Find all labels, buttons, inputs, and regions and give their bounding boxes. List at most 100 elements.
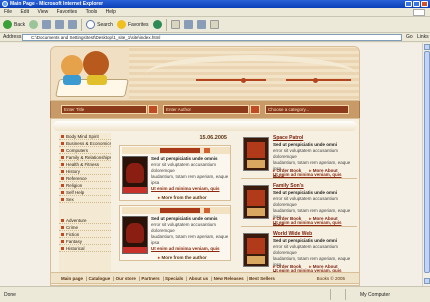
back-button[interactable]: Back xyxy=(3,20,25,29)
vertical-scrollbar[interactable] xyxy=(422,43,430,286)
book-list-item: Family Son's Sed ut perspiciatis unde om… xyxy=(241,181,357,227)
author-search-button[interactable] xyxy=(250,105,260,114)
book-link[interactable]: Ut enim ad minima veniam, quis xyxy=(151,246,231,252)
book-title[interactable]: Space Patrol xyxy=(273,135,303,141)
book-list: Space Patrol Sed ut perspiciatis unde om… xyxy=(241,133,357,285)
body-banner xyxy=(53,121,357,131)
book-description: error sit voluptatem accusantium dolorem… xyxy=(273,196,339,207)
window-title: Main Page - Microsoft Internet Explorer xyxy=(10,1,104,7)
maximize-button[interactable] xyxy=(413,1,420,7)
footer-link[interactable]: Catalogue xyxy=(88,276,110,281)
book-card-button[interactable] xyxy=(204,208,210,213)
search-button[interactable]: Search xyxy=(86,20,113,29)
close-button[interactable] xyxy=(421,1,428,7)
more-from-author-link[interactable]: More from the author xyxy=(158,195,207,201)
menu-view[interactable]: View xyxy=(37,9,48,15)
category-select[interactable]: Choose a category... xyxy=(265,105,349,114)
status-text: Done xyxy=(4,292,16,298)
search-icon xyxy=(86,20,96,29)
address-label: Address xyxy=(3,34,22,40)
title-search-input[interactable]: Enter Title xyxy=(61,105,147,114)
kid-head-icon xyxy=(61,55,83,77)
footer-link[interactable]: Best Sellers xyxy=(249,276,275,281)
category-sidebar: Body Mind Spirit Business & Economics Co… xyxy=(59,133,111,285)
page-viewport: Enter Title Enter Author Choose a catego… xyxy=(0,43,422,286)
status-separator xyxy=(330,289,331,300)
browser-toolbar: Back Search Favorites xyxy=(0,17,430,33)
category-link[interactable]: History xyxy=(59,168,111,175)
book-cover-image[interactable] xyxy=(122,156,148,194)
menu-edit[interactable]: Edit xyxy=(20,9,29,15)
book-cover-image[interactable] xyxy=(122,216,148,254)
genre-link[interactable]: Crime xyxy=(59,224,111,231)
order-book-link[interactable]: Order Book xyxy=(273,168,301,173)
genre-link[interactable]: Adventure xyxy=(59,217,111,224)
edit-icon[interactable] xyxy=(196,20,206,29)
category-link[interactable]: Business & Economics xyxy=(59,140,111,147)
book-list-item: Space Patrol Sed ut perspiciatis unde om… xyxy=(241,133,357,179)
book-title[interactable]: Family Son's xyxy=(273,183,304,189)
windows-logo-icon xyxy=(413,9,425,16)
home-icon[interactable] xyxy=(68,20,78,29)
book-card-button[interactable] xyxy=(204,148,210,153)
order-book-link[interactable]: Order Book xyxy=(273,264,301,269)
menu-favorites[interactable]: Favorites xyxy=(57,9,78,15)
media-icon[interactable] xyxy=(152,20,162,29)
order-book-link[interactable]: Order Book xyxy=(273,216,301,221)
address-input[interactable]: C:\Documents and Settings\test\Desktop\1… xyxy=(22,34,402,41)
genre-link[interactable]: Historical xyxy=(59,245,111,252)
book-card-header xyxy=(122,207,230,214)
footer-link[interactable]: Our store xyxy=(116,276,136,281)
minimize-button[interactable] xyxy=(405,1,412,7)
book-description: error sit voluptatem accusantium dolorem… xyxy=(151,162,217,173)
footer-link[interactable]: New Releases xyxy=(214,276,244,281)
scroll-up-arrow-icon[interactable] xyxy=(424,44,430,50)
category-link[interactable]: Body Mind Spirit xyxy=(59,133,111,140)
category-link[interactable]: Health & Fitness xyxy=(59,161,111,168)
current-date: 15.06.2005 xyxy=(199,135,227,141)
links-button[interactable]: Links xyxy=(417,33,429,42)
go-button[interactable]: Go xyxy=(406,33,413,42)
author-search-input[interactable]: Enter Author xyxy=(163,105,249,114)
more-from-author-link[interactable]: More from the author xyxy=(158,255,207,261)
header-decor-dot xyxy=(241,78,246,83)
print-icon[interactable] xyxy=(183,20,193,29)
copyright-text: Books © 2005 xyxy=(316,276,345,281)
forward-button[interactable] xyxy=(29,20,39,29)
menu-help[interactable]: Help xyxy=(106,9,116,15)
category-link[interactable]: Sex xyxy=(59,196,111,203)
book-thumbnail[interactable] xyxy=(243,233,269,267)
title-search-button[interactable] xyxy=(148,105,158,114)
genre-link[interactable]: Fiction xyxy=(59,231,111,238)
folder-icon[interactable] xyxy=(209,20,219,29)
refresh-icon[interactable] xyxy=(55,20,65,29)
status-bar: Done My Computer xyxy=(0,286,430,302)
star-icon xyxy=(116,20,126,29)
footer-link[interactable]: Partners xyxy=(141,276,159,281)
favorites-button[interactable]: Favorites xyxy=(116,20,149,29)
scroll-down-arrow-icon[interactable] xyxy=(424,278,430,284)
footer-link[interactable]: Main page xyxy=(61,276,83,281)
category-link[interactable]: Self Help xyxy=(59,189,111,196)
book-thumbnail[interactable] xyxy=(243,137,269,171)
book-title[interactable]: World Wide Web xyxy=(273,231,312,237)
scrollbar-thumb[interactable] xyxy=(424,51,430,273)
footer-link[interactable]: About us xyxy=(189,276,209,281)
category-link[interactable]: Religion xyxy=(59,182,111,189)
footer-link[interactable]: Specials xyxy=(165,276,183,281)
book-thumbnail[interactable] xyxy=(243,185,269,219)
mail-icon[interactable] xyxy=(170,20,180,29)
category-link[interactable]: Family & Relationships xyxy=(59,154,111,161)
kid-body-icon xyxy=(63,75,81,85)
category-link[interactable]: Reference xyxy=(59,175,111,182)
stop-icon[interactable] xyxy=(42,20,52,29)
header-arc xyxy=(146,55,356,93)
genre-link[interactable]: Fantasy xyxy=(59,238,111,245)
menu-file[interactable]: File xyxy=(4,9,12,15)
featured-book-card: Sed ut perspiciatis unde omnis error sit… xyxy=(119,205,231,261)
toolbar-separator xyxy=(81,18,83,31)
kids-reading-illustration xyxy=(55,49,129,100)
category-link[interactable]: Computers xyxy=(59,147,111,154)
menu-tools[interactable]: Tools xyxy=(86,9,98,15)
book-link[interactable]: Ut enim ad minima veniam, quis xyxy=(151,186,231,192)
